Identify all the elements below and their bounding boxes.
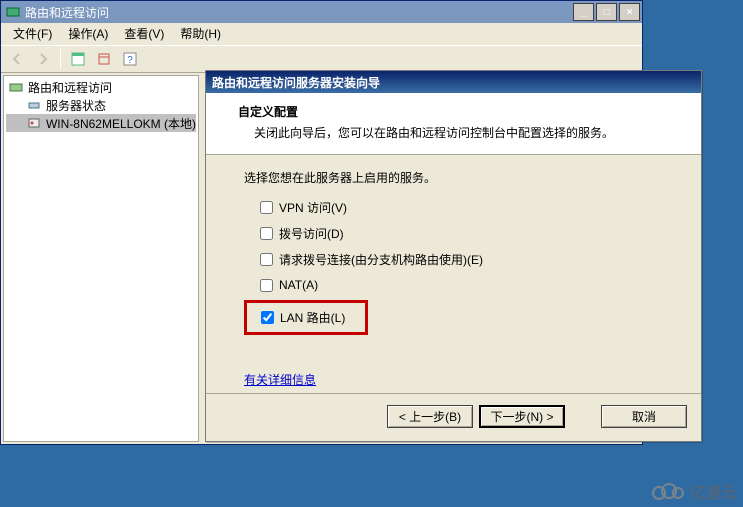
window-controls: _ □ × xyxy=(573,3,640,21)
option-lan-checkbox[interactable] xyxy=(261,311,274,324)
cancel-button[interactable]: 取消 xyxy=(601,405,687,428)
tree-server-status[interactable]: 服务器状态 xyxy=(6,96,196,114)
wizard-header-panel: 自定义配置 关闭此向导后，您可以在路由和远程访问控制台中配置选择的服务。 xyxy=(206,93,701,155)
option-vpn[interactable]: VPN 访问(V) xyxy=(244,194,679,220)
tree-server-label: WIN-8N62MELLOKM (本地) xyxy=(46,115,196,132)
toolbar-help-button[interactable]: ? xyxy=(118,47,142,71)
menu-action[interactable]: 操作(A) xyxy=(60,23,116,44)
next-button[interactable]: 下一步(N) > xyxy=(479,405,565,428)
minimize-button[interactable]: _ xyxy=(573,3,594,21)
wizard-dialog: 路由和远程访问服务器安装向导 自定义配置 关闭此向导后，您可以在路由和远程访问控… xyxy=(205,70,702,442)
option-dialup[interactable]: 拨号访问(D) xyxy=(244,220,679,246)
tree-server-node[interactable]: WIN-8N62MELLOKM (本地) xyxy=(6,114,196,132)
option-demand-dial-checkbox[interactable] xyxy=(260,253,273,266)
tree-root-label: 路由和远程访问 xyxy=(28,79,112,96)
tree-root[interactable]: 路由和远程访问 xyxy=(6,78,196,96)
app-icon xyxy=(5,4,21,20)
option-nat-label: NAT(A) xyxy=(279,278,318,292)
option-dialup-label: 拨号访问(D) xyxy=(279,225,344,242)
maximize-button[interactable]: □ xyxy=(596,3,617,21)
menu-help[interactable]: 帮助(H) xyxy=(172,23,229,44)
wizard-subtitle: 自定义配置 xyxy=(238,103,681,120)
option-nat[interactable]: NAT(A) xyxy=(244,272,679,298)
wizard-title: 路由和远程访问服务器安装向导 xyxy=(206,71,701,93)
menu-view[interactable]: 查看(V) xyxy=(116,23,172,44)
window-title: 路由和远程访问 xyxy=(25,4,573,21)
wizard-description: 关闭此向导后，您可以在路由和远程访问控制台中配置选择的服务。 xyxy=(238,124,681,141)
services-label: 选择您想在此服务器上启用的服务。 xyxy=(244,169,679,186)
status-icon xyxy=(26,97,42,113)
toolbar-separator xyxy=(60,49,61,69)
titlebar: 路由和远程访问 _ □ × xyxy=(1,1,642,23)
more-info-link[interactable]: 有关详细信息 xyxy=(244,371,316,388)
close-button[interactable]: × xyxy=(619,3,640,21)
option-demand-dial-label: 请求拨号连接(由分支机构路由使用)(E) xyxy=(279,251,483,268)
toolbar-properties-button[interactable] xyxy=(66,47,90,71)
server-icon xyxy=(26,115,42,131)
wizard-footer: < 上一步(B) 下一步(N) > 取消 xyxy=(206,393,701,439)
menubar: 文件(F) 操作(A) 查看(V) 帮助(H) xyxy=(1,23,642,45)
tree-status-label: 服务器状态 xyxy=(46,97,106,114)
tree-pane[interactable]: 路由和远程访问 服务器状态 WIN-8N62MELLOKM (本地) xyxy=(3,75,199,442)
menu-file[interactable]: 文件(F) xyxy=(5,23,60,44)
toolbar-back-button xyxy=(5,47,29,71)
toolbar: ? xyxy=(1,45,642,73)
toolbar-forward-button xyxy=(31,47,55,71)
server-group-icon xyxy=(8,79,24,95)
back-button[interactable]: < 上一步(B) xyxy=(387,405,473,428)
svg-text:?: ? xyxy=(127,55,133,66)
option-vpn-checkbox[interactable] xyxy=(260,201,273,214)
option-nat-checkbox[interactable] xyxy=(260,279,273,292)
watermark-text: 亿速云 xyxy=(689,479,737,503)
option-dialup-checkbox[interactable] xyxy=(260,227,273,240)
watermark: 亿速云 xyxy=(651,479,737,503)
option-lan-highlight: LAN 路由(L) xyxy=(244,300,368,335)
option-lan-label: LAN 路由(L) xyxy=(280,309,345,326)
toolbar-refresh-button[interactable] xyxy=(92,47,116,71)
option-demand-dial[interactable]: 请求拨号连接(由分支机构路由使用)(E) xyxy=(244,246,679,272)
option-vpn-label: VPN 访问(V) xyxy=(279,199,347,216)
wizard-body: 选择您想在此服务器上启用的服务。 VPN 访问(V) 拨号访问(D) 请求拨号连… xyxy=(206,155,701,393)
cloud-icon xyxy=(651,481,685,501)
